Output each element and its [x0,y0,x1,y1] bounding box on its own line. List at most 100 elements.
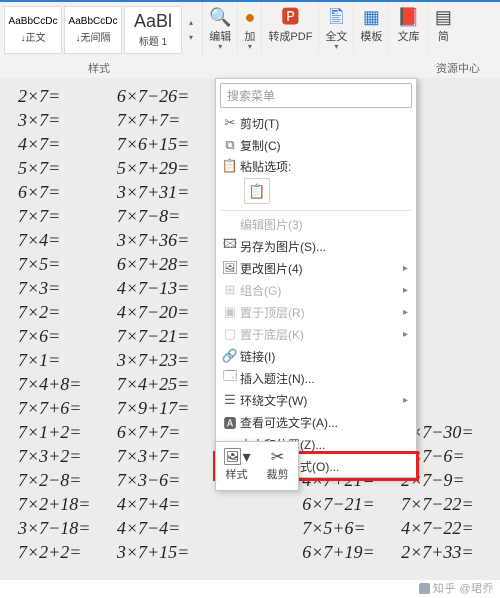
math-expression: 3×7−18= [18,516,117,540]
math-expression: 2×7= [18,84,117,108]
style-heading-1[interactable]: AaBl 标题 1 [124,6,182,54]
style-preview-text: AaBl [134,12,172,32]
math-expression: 7×3+2= [18,444,117,468]
menu-label: 插入题注(N)... [240,370,408,387]
math-expression: 7×5= [18,252,117,276]
picture-style-icon: 🖼▾ [222,450,250,466]
chevron-right-icon: ▸ [403,307,408,318]
style-label-text: 标题 1 [139,33,167,48]
math-expression: 4×7−4= [117,516,302,540]
chevron-down-icon: ▾ [218,42,222,51]
ribbon-btn-label: 文库 [398,28,420,44]
menu-label: 复制(C) [240,137,408,154]
menu-view-alt-text[interactable]: 🅰 查看可选文字(A)... [216,411,416,433]
caption-icon: 🗔 [220,367,240,389]
math-expression: 7×1+2= [18,420,117,444]
menu-search-input[interactable]: 搜索菜单 [220,83,412,108]
menu-edit-picture: 编辑图片(3) [216,213,416,235]
math-expression: 6×7= [18,180,117,204]
fulltext-button[interactable]: 🖺 全文 ▾ [319,2,354,54]
ribbon-btn-label: 模板 [360,28,382,44]
change-picture-icon: 🖼 [220,260,240,276]
menu-copy[interactable]: ⧉ 复制(C) [216,134,416,156]
paste-option-keep-source[interactable]: 📋 [244,178,270,204]
style-label-text: ↓无间隔 [76,29,111,44]
math-expression: 7×7−22= [401,492,500,516]
math-expression: 4×7−22= [401,516,500,540]
watermark: 知乎 @珺乔 [419,580,494,596]
mini-toolbar: 🖼▾ 样式 ✂ 裁剪 [215,441,299,491]
simplify-button[interactable]: ▤ 简 [429,2,458,54]
styles-expand[interactable]: ▴ ▾ [184,6,198,54]
menu-group: ⊞ 组合(G) ▸ [216,279,416,301]
group-label-styles: 样式 [88,60,110,76]
chevron-right-icon: ▸ [403,285,408,296]
menu-label: 粘贴选项: [240,158,408,175]
alt-text-icon: 🅰 [220,413,240,432]
math-expression: 3×7+15= [117,540,302,564]
style-no-spacing[interactable]: AaBbCcDc ↓无间隔 [64,6,122,54]
menu-label: 组合(G) [240,282,403,299]
menu-label: 剪切(T) [240,115,408,132]
math-expression: 7×6= [18,324,117,348]
send-back-icon: ▢ [220,326,240,342]
math-column: 2×7=3×7=4×7=5×7=6×7=7×7=7×4=7×5=7×3=7×2=… [18,84,117,564]
math-expression: 2×7+33= [401,540,500,564]
chevron-down-icon: ▾ [189,33,193,42]
math-expression: 7×1= [18,348,117,372]
math-expression: 5×7= [18,156,117,180]
mini-btn-label: 样式 [226,466,248,482]
math-expression: 6×7−21= [302,492,401,516]
templates-button[interactable]: ▦ 模板 [354,2,389,54]
math-expression: 3×7= [18,108,117,132]
mini-btn-label: 裁剪 [267,466,289,482]
math-expression: 7×7= [18,204,117,228]
addins-button[interactable]: ● 加 ▾ [238,2,262,54]
mini-style-button[interactable]: 🖼▾ 样式 [216,442,257,490]
watermark-text: 知乎 @珺乔 [433,580,494,596]
style-label-text: ↓正文 [21,29,46,44]
search-icon: 🔍 [209,6,231,28]
menu-save-as-picture[interactable]: 🖾 另存为图片(S)... [216,235,416,257]
menu-bring-front: ▣ 置于顶层(R) ▸ [216,301,416,323]
paste-icon: 📋 [220,158,240,174]
edit-button[interactable]: 🔍 编辑 ▾ [203,2,238,54]
math-expression: 4×7+4= [117,492,302,516]
group-label-resources: 资源中心 [436,60,480,76]
menu-link[interactable]: 🔗 链接(I) [216,345,416,367]
link-icon: 🔗 [220,348,240,364]
menu-send-back: ▢ 置于底层(K) ▸ [216,323,416,345]
menu-cut[interactable]: ✂ 剪切(T) [216,112,416,134]
menu-paste-options-header: 📋 粘贴选项: [216,156,416,176]
math-expression: 7×5+6= [302,516,401,540]
math-expression: 6×7+19= [302,540,401,564]
menu-label: 更改图片(4) [240,260,403,277]
zhihu-logo-icon [419,583,430,594]
copy-icon: ⧉ [220,137,240,153]
to-pdf-button[interactable]: 🅿 转成PDF [262,2,319,54]
math-expression: 7×3= [18,276,117,300]
addin-icon: ● [244,6,255,28]
crop-icon: ✂ [271,450,284,466]
style-preview-text: AaBbCcDc [69,16,118,27]
translate-icon: 🖺 [329,6,343,28]
menu-wrap-text[interactable]: ☰ 环绕文字(W) ▸ [216,389,416,411]
math-expression: 7×7+6= [18,396,117,420]
style-preview-text: AaBbCcDc [9,16,58,27]
math-expression: 7×2= [18,300,117,324]
wrap-text-icon: ☰ [220,392,240,408]
menu-change-picture[interactable]: 🖼 更改图片(4) ▸ [216,257,416,279]
mini-crop-button[interactable]: ✂ 裁剪 [257,442,298,490]
templates-icon: ▦ [363,6,380,28]
menu-label: 编辑图片(3) [240,216,408,233]
group-icon: ⊞ [220,282,240,298]
chevron-right-icon: ▸ [403,395,408,406]
simplify-icon: ▤ [435,6,452,28]
menu-separator [220,210,412,211]
library-button[interactable]: 📕 文库 [389,2,428,54]
menu-insert-caption[interactable]: 🗔 插入题注(N)... [216,367,416,389]
math-expression: 7×2−8= [18,468,117,492]
style-normal[interactable]: AaBbCcDc ↓正文 [4,6,62,54]
math-expression: 4×7= [18,132,117,156]
menu-label: 置于顶层(R) [240,304,403,321]
